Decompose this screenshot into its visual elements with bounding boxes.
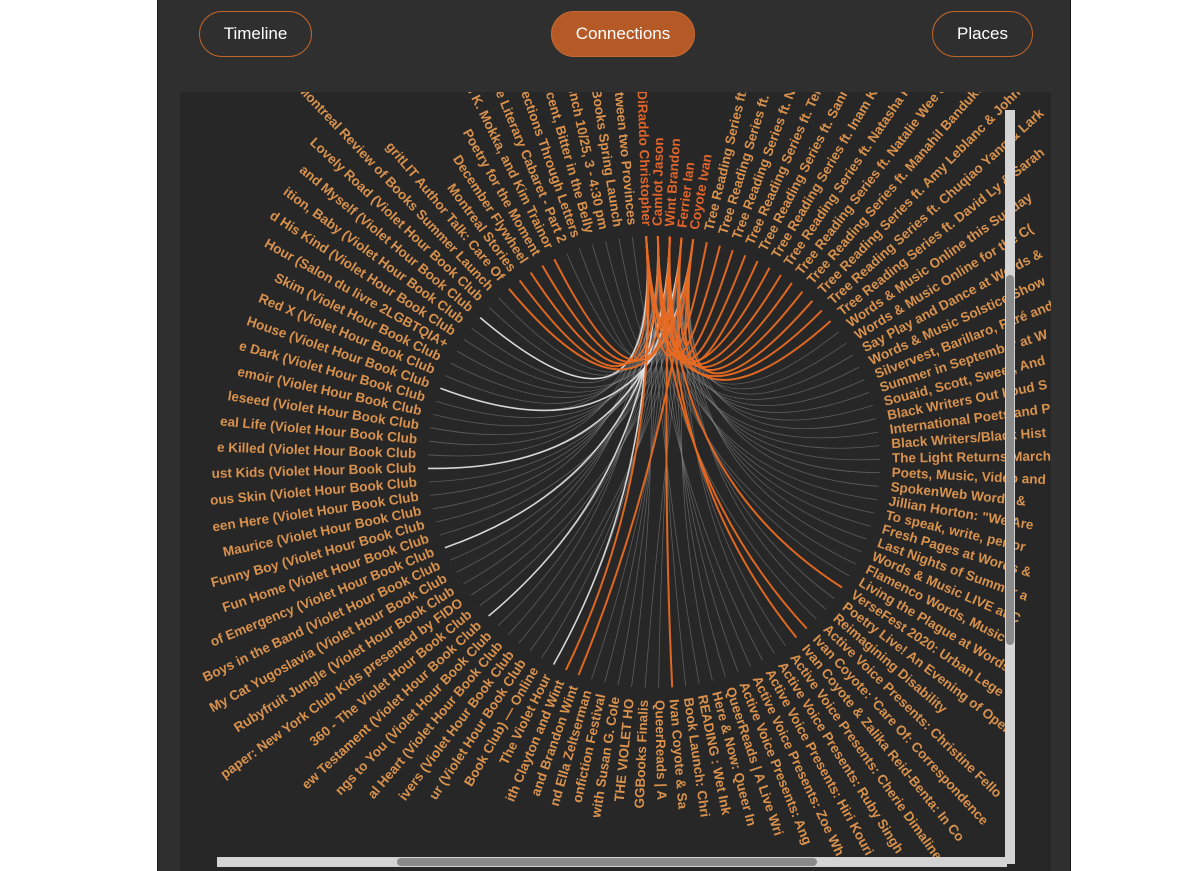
horizontal-scrollbar[interactable] [217, 857, 1007, 867]
tab-timeline[interactable]: Timeline [199, 11, 312, 57]
white-link [552, 236, 649, 665]
highlighted-link [518, 236, 649, 368]
event-node-label[interactable]: The Light Returns March [892, 449, 1051, 466]
connection-link [488, 236, 671, 617]
highlighted-links-group [508, 235, 843, 688]
connections-radial-diagram: DiRaddo ChristopherCamlot JasonWint Bran… [200, 92, 1051, 863]
vertical-scrollbar-thumb[interactable] [1006, 275, 1014, 645]
connections-visualization-panel: DiRaddo Christopher Camlot Jason Wint Bran… [180, 92, 1051, 871]
connection-link [497, 235, 659, 626]
horizontal-scrollbar-thumb[interactable] [397, 858, 817, 866]
tab-connections[interactable]: Connections [551, 11, 695, 57]
event-node-label[interactable]: QueerReads | A [652, 700, 669, 801]
node-labels-group: DiRaddo ChristopherCamlot JasonWint Bran… [200, 92, 1051, 863]
connection-link [687, 239, 826, 610]
tab-places[interactable]: Places [932, 11, 1033, 57]
vertical-scrollbar[interactable] [1005, 110, 1015, 864]
